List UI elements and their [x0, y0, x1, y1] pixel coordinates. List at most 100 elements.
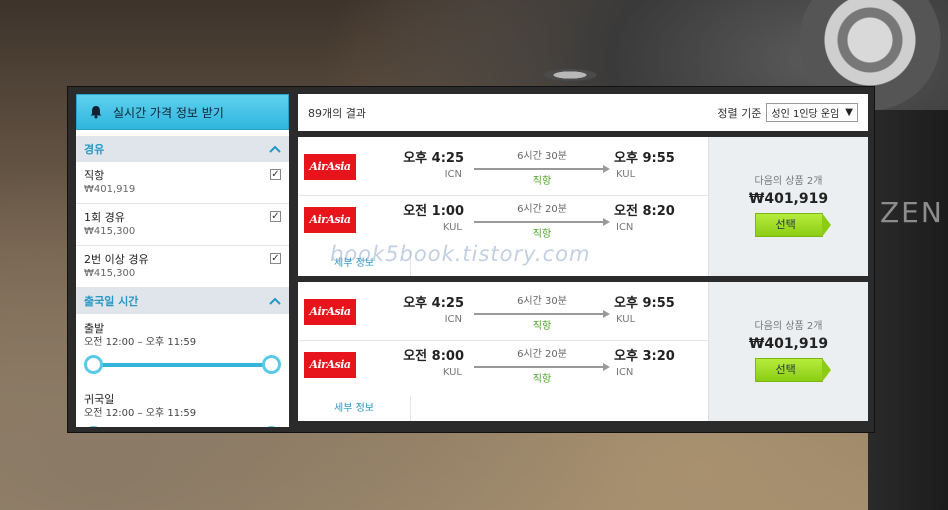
departure: 오후 4:25 ICN: [398, 295, 464, 327]
time-section-header[interactable]: 출국일 시간: [76, 288, 289, 314]
arrival-airport: ICN: [616, 222, 634, 233]
sort-select[interactable]: 성인 1인당 운임 ▼: [766, 103, 858, 122]
arrival-airport: ICN: [616, 367, 634, 378]
itinerary[interactable]: AirAsia 오후 4:25 ICN 6시간 30분 직항 오후 9:55 K…: [298, 282, 708, 421]
route-arrow-icon: [474, 164, 610, 174]
flight-duration: 6시간 30분 직항: [474, 150, 610, 190]
option-price: ₩415,300: [84, 268, 136, 279]
return-label: 귀국일: [84, 393, 115, 406]
outbound-label: 출발: [84, 322, 105, 335]
slider-handle-start[interactable]: [84, 426, 103, 427]
return-time-slider[interactable]: [84, 423, 281, 427]
stops-checkbox-multi-stop[interactable]: ✓: [270, 253, 281, 264]
stops-text: 직항: [532, 374, 552, 385]
departure-time: 오후 4:25: [403, 296, 464, 311]
stops-text: 직항: [532, 321, 552, 332]
arrival-time: 오후 3:20: [614, 349, 675, 364]
departure: 오전 8:00 KUL: [398, 348, 464, 380]
price-amount: ₩401,919: [748, 336, 829, 352]
airline-logo: AirAsia: [304, 352, 356, 378]
other-deals-text: 다음의 상품 2개: [754, 321, 823, 332]
slider-track: [92, 363, 273, 367]
flight-leg-return: AirAsia 오전 1:00 KUL 6시간 20분 직항 오전 8:20 I…: [298, 197, 708, 249]
route-arrow-icon: [474, 362, 610, 372]
return-range: 오전 12:00 – 오후 11:59: [84, 408, 197, 419]
stops-text: 직항: [532, 176, 552, 187]
duration-text: 6시간 20분: [517, 349, 567, 360]
departure-time: 오전 1:00: [403, 204, 464, 219]
details-link[interactable]: 세부 정보: [298, 396, 411, 421]
dropdown-arrow-icon: ▼: [845, 107, 853, 118]
departure-airport: ICN: [444, 169, 462, 180]
sort-label: 정렬 기준: [717, 106, 762, 120]
airline-logo: AirAsia: [304, 154, 356, 180]
chevron-up-icon: [269, 145, 281, 153]
arrival-time: 오후 9:55: [614, 151, 675, 166]
arrival: 오후 3:20 ICN: [614, 348, 680, 380]
itinerary[interactable]: AirAsia 오후 4:25 ICN 6시간 30분 직항 오후 9:55 K…: [298, 137, 708, 276]
departure-time: 오전 8:00: [403, 349, 464, 364]
option-label: 2번 이상 경유: [84, 253, 149, 266]
sort-value: 성인 1인당 운임: [771, 109, 840, 120]
departure-airport: KUL: [442, 222, 462, 233]
flight-duration: 6시간 20분 직항: [474, 203, 610, 243]
stops-option-multi-stop[interactable]: 2번 이상 경유 ₩415,300 ✓: [76, 246, 289, 288]
select-button[interactable]: 선택: [754, 213, 831, 237]
price-amount: ₩401,919: [748, 191, 829, 207]
stops-option-one-stop[interactable]: 1회 경유 ₩415,300 ✓: [76, 204, 289, 246]
option-price: ₩401,919: [84, 184, 136, 195]
time-section-title: 출국일 시간: [84, 295, 139, 308]
airline-logo: AirAsia: [304, 207, 356, 233]
arrival: 오후 9:55 KUL: [614, 150, 680, 182]
arrival-time: 오전 8:20: [614, 204, 675, 219]
option-label: 직항: [84, 169, 105, 182]
duration-text: 6시간 30분: [517, 296, 567, 307]
price-alert-button[interactable]: 실시간 가격 정보 받기: [76, 94, 289, 130]
arrival: 오후 9:55 KUL: [614, 295, 680, 327]
departure-time: 오후 4:25: [403, 151, 464, 166]
stops-text: 직항: [532, 229, 552, 240]
results-topbar: 89개의 결과 정렬 기준 성인 1인당 운임 ▼: [298, 94, 868, 137]
arrival-airport: KUL: [616, 169, 636, 180]
option-price: ₩415,300: [84, 226, 136, 237]
stops-section-title: 경유: [84, 143, 105, 156]
departure: 오후 4:25 ICN: [398, 150, 464, 182]
price-box: 다음의 상품 2개 ₩401,919 선택: [708, 137, 868, 276]
stops-checkbox-direct[interactable]: ✓: [270, 169, 281, 180]
outbound-time-filter: 출발 오전 12:00 – 오후 11:59: [76, 314, 289, 378]
outbound-range: 오전 12:00 – 오후 11:59: [84, 337, 197, 348]
flight-leg-outbound: AirAsia 오후 4:25 ICN 6시간 30분 직항 오후 9:55 K…: [298, 289, 708, 341]
duration-text: 6시간 30분: [517, 151, 567, 162]
duration-text: 6시간 20분: [517, 204, 567, 215]
results-panel: 89개의 결과 정렬 기준 성인 1인당 운임 ▼ AirAsia 오후 4:2…: [298, 94, 868, 427]
price-box: 다음의 상품 2개 ₩401,919 선택: [708, 282, 868, 421]
sort-control: 정렬 기준 성인 1인당 운임 ▼: [717, 103, 858, 122]
arrival: 오전 8:20 ICN: [614, 203, 680, 235]
select-button[interactable]: 선택: [754, 358, 831, 382]
results-count: 89개의 결과: [308, 106, 366, 120]
airline-logo: AirAsia: [304, 299, 356, 325]
price-alert-label: 실시간 가격 정보 받기: [113, 105, 224, 120]
slider-handle-start[interactable]: [84, 355, 103, 374]
option-label: 1회 경유: [84, 211, 125, 224]
background-camera-body: [868, 110, 948, 510]
flight-leg-return: AirAsia 오전 8:00 KUL 6시간 20분 직항 오후 3:20 I…: [298, 342, 708, 394]
stops-checkbox-one-stop[interactable]: ✓: [270, 211, 281, 222]
arrival-time: 오후 9:55: [614, 296, 675, 311]
flight-duration: 6시간 20분 직항: [474, 348, 610, 388]
flight-result-card: AirAsia 오후 4:25 ICN 6시간 30분 직항 오후 9:55 K…: [298, 282, 868, 427]
stops-option-direct[interactable]: 직항 ₩401,919 ✓: [76, 162, 289, 204]
outbound-time-slider[interactable]: [84, 352, 281, 378]
chevron-up-icon: [269, 297, 281, 305]
route-arrow-icon: [474, 217, 610, 227]
stops-section-header[interactable]: 경유: [76, 136, 289, 162]
slider-handle-end[interactable]: [262, 426, 281, 427]
route-arrow-icon: [474, 309, 610, 319]
details-link[interactable]: 세부 정보: [298, 251, 411, 276]
slider-handle-end[interactable]: [262, 355, 281, 374]
departure-airport: ICN: [444, 314, 462, 325]
bell-icon: [90, 106, 102, 119]
filter-sidebar: 실시간 가격 정보 받기 경유 직항 ₩401,919 ✓ 1회 경유 ₩415…: [76, 94, 289, 427]
departure: 오전 1:00 KUL: [398, 203, 464, 235]
other-deals-text: 다음의 상품 2개: [754, 176, 823, 187]
